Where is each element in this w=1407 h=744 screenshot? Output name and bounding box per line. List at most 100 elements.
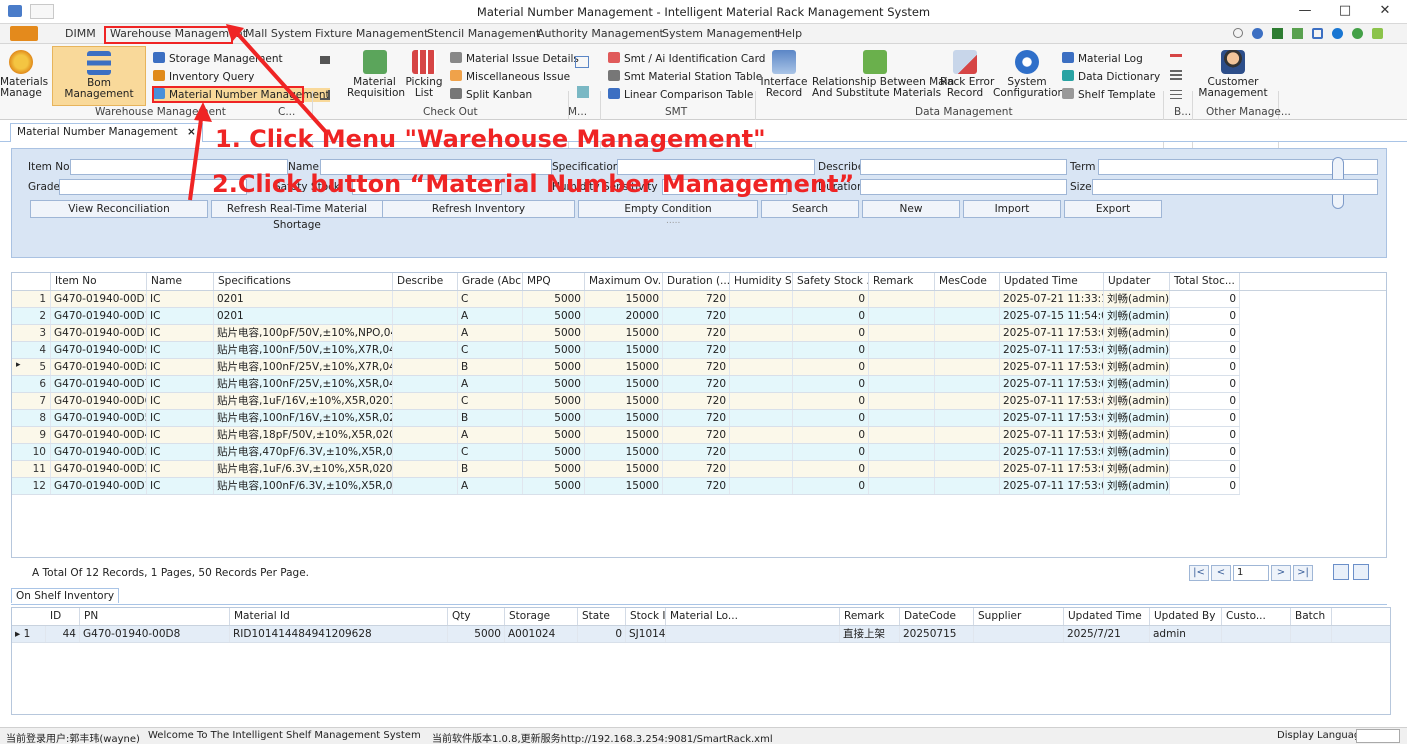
grid-icon[interactable]	[1292, 28, 1303, 39]
storage-management-button[interactable]: Storage Management	[153, 52, 283, 66]
col-header-safety-stock[interactable]: Safety Stock ...	[793, 273, 869, 290]
material-issue-details-button[interactable]: Material Issue Details	[450, 52, 579, 66]
col-header-item-no[interactable]: Item No	[51, 273, 147, 290]
save-layout-icon[interactable]	[1353, 564, 1369, 580]
linear-comparison-button[interactable]: Linear Comparison Table	[608, 88, 753, 102]
bom-management-button[interactable]: Bom Management	[52, 46, 146, 106]
table-row[interactable]: 12 G470-01940-00D1 IC 贴片电容,100nF/6.3V,±10%,…	[12, 478, 1240, 495]
export-button[interactable]: Export	[1064, 200, 1162, 218]
calc-icon[interactable]	[1272, 28, 1283, 39]
inv-col-header-updated-by[interactable]: Updated By	[1150, 608, 1222, 625]
maximize-button[interactable]: □	[1330, 3, 1360, 21]
table-row[interactable]: 1G470-01940-00D12IC0201 C500015000720 0 202…	[12, 291, 1240, 308]
leaf-icon[interactable]	[1352, 28, 1363, 39]
col-header-mescode[interactable]: MesCode	[935, 273, 1000, 290]
inv-col-header-customer[interactable]: Custo...	[1222, 608, 1291, 625]
inv-col-header-stock-in-number[interactable]: Stock In Number	[626, 608, 666, 625]
inv-col-header-material-id[interactable]: Material Id	[230, 608, 448, 625]
page-number-input[interactable]: 1	[1233, 565, 1269, 581]
table-row[interactable]: 7 G470-01940-00D6 IC 贴片电容,1uF/16V,±10%,X5R,…	[12, 393, 1240, 410]
col-header-updated-time[interactable]: Updated Time	[1000, 273, 1104, 290]
inv-col-header-state[interactable]: State	[578, 608, 626, 625]
col-header-name[interactable]: Name	[147, 273, 214, 290]
tab-material-number-management[interactable]: Material Number Management ×	[10, 123, 203, 142]
menu-stencil-management[interactable]: Stencil Management	[427, 27, 540, 40]
materials-manage-button[interactable]: Materials Manage	[0, 50, 48, 99]
table-row[interactable]: 9 G470-01940-00D4 IC 贴片电容,18pF/50V,±10%,X5R…	[12, 427, 1240, 444]
settings-icon[interactable]	[1372, 28, 1383, 39]
col-header-maximum-overflow[interactable]: Maximum Ov...	[585, 273, 663, 290]
shelf-template-button[interactable]: Shelf Template	[1062, 88, 1156, 102]
export-grid-icon[interactable]	[1333, 564, 1349, 580]
interface-record-button[interactable]: Interface Record	[760, 50, 808, 99]
last-page-button[interactable]: >|	[1293, 565, 1313, 581]
material-log-button[interactable]: Material Log	[1062, 52, 1143, 66]
station-icon[interactable]	[575, 56, 589, 68]
col-header-mpq[interactable]: MPQ	[523, 273, 585, 290]
info-icon[interactable]	[1332, 28, 1343, 39]
menu-mall-system[interactable]: Mall System	[245, 27, 312, 40]
small-tool-3-icon[interactable]	[1170, 90, 1182, 100]
inv-col-header-material-location[interactable]: Material Lo...	[666, 608, 840, 625]
tab-on-shelf-inventory[interactable]: On Shelf Inventory	[11, 588, 120, 603]
user-icon[interactable]	[1312, 28, 1323, 39]
describe-input[interactable]	[860, 159, 1067, 175]
prev-page-button[interactable]: <	[1211, 565, 1231, 581]
relationship-button[interactable]: Relationship Between Main And Substitute…	[812, 50, 954, 99]
barcode-icon[interactable]	[320, 56, 330, 64]
refresh-shortage-button[interactable]: Refresh Real-Time Material Shortage	[211, 200, 383, 231]
smt-ai-card-button[interactable]: Smt / Ai Identification Card	[608, 52, 765, 66]
rack-error-record-button[interactable]: Rack Error Record	[940, 50, 994, 99]
table-row[interactable]: 8 G470-01940-00D5 IC 贴片电容,100nF/16V,±10%,X5…	[12, 410, 1240, 427]
system-configuration-button[interactable]: System Configuration	[993, 50, 1064, 99]
small-tool-2-icon[interactable]	[1170, 70, 1182, 82]
close-button[interactable]: ✕	[1370, 3, 1400, 21]
inv-col-header-remark[interactable]: Remark	[840, 608, 900, 625]
inv-col-header-batch[interactable]: Batch	[1291, 608, 1332, 625]
duration-input[interactable]	[860, 179, 1067, 195]
table-row[interactable]: 11 G470-01940-00D2 IC 贴片电容,1uF/6.3V,±10%,X5…	[12, 461, 1240, 478]
feeder-icon[interactable]	[577, 86, 589, 98]
menu-dimm[interactable]: DIMM	[65, 27, 96, 40]
skin-icon[interactable]	[1252, 28, 1263, 39]
table-row[interactable]: 10 G470-01940-00D3 IC 贴片电容,470pF/6.3V,±10%,…	[12, 444, 1240, 461]
size-input[interactable]	[1092, 179, 1378, 195]
split-kanban-button[interactable]: Split Kanban	[450, 88, 532, 102]
material-requisition-button[interactable]: Material Requisition	[347, 50, 405, 99]
picking-list-button[interactable]: Picking List	[403, 50, 445, 99]
inv-col-header-datecode[interactable]: DateCode	[900, 608, 974, 625]
inv-col-header-storage[interactable]: Storage	[505, 608, 578, 625]
col-header-describe[interactable]: Describe	[393, 273, 458, 290]
table-row[interactable]: 3G470-01940-00D10IC贴片电容,100pF/50V,±10%,N…	[12, 325, 1240, 342]
import-button[interactable]: Import	[963, 200, 1061, 218]
col-header-duration[interactable]: Duration (...	[663, 273, 730, 290]
inv-col-header-updated-time[interactable]: Updated Time	[1064, 608, 1150, 625]
view-reconciliation-button[interactable]: View Reconciliation	[30, 200, 208, 218]
customer-management-button[interactable]: Customer Management	[1198, 50, 1268, 99]
menu-fixture-management[interactable]: Fixture Management	[315, 27, 428, 40]
table-row[interactable]: 5 G470-01940-00D8 IC 贴片电容,100nF/25V,±10%,X7…	[12, 359, 1240, 376]
menu-help[interactable]: Help	[777, 27, 802, 40]
col-header-remark[interactable]: Remark	[869, 273, 935, 290]
col-header-specifications[interactable]: Specifications	[214, 273, 393, 290]
small-tool-1-icon[interactable]	[1170, 54, 1182, 57]
minimize-button[interactable]: —	[1290, 3, 1320, 21]
menu-authority-management[interactable]: Authority Management	[537, 27, 664, 40]
data-dictionary-button[interactable]: Data Dictionary	[1062, 70, 1160, 84]
col-header-grade[interactable]: Grade (Abc)	[458, 273, 523, 290]
table-row[interactable]: 4 G470-01940-00D9 IC 贴片电容,100nF/50V,±10%,X7…	[12, 342, 1240, 359]
inv-col-header-supplier[interactable]: Supplier	[974, 608, 1064, 625]
smt-station-table-button[interactable]: Smt Material Station Table	[608, 70, 762, 84]
table-row[interactable]: 6 G470-01940-00D7 IC 贴片电容,100nF/25V,±10%,X5…	[12, 376, 1240, 393]
inv-col-header-qty[interactable]: Qty	[448, 608, 505, 625]
inv-col-header-id[interactable]: ID	[46, 608, 80, 625]
search-button[interactable]: Search	[761, 200, 859, 218]
col-header-updater[interactable]: Updater	[1104, 273, 1170, 290]
inventory-query-button[interactable]: Inventory Query	[153, 70, 254, 84]
new-button[interactable]: New	[862, 200, 960, 218]
miscellaneous-issue-button[interactable]: Miscellaneous Issue	[450, 70, 570, 84]
col-header-humidity[interactable]: Humidity S...	[730, 273, 793, 290]
refresh-inventory-button[interactable]: Refresh Inventory	[382, 200, 575, 218]
first-page-button[interactable]: |<	[1189, 565, 1209, 581]
table-row[interactable]: 2G470-01940-00D11IC0201 A500020000720 0 202…	[12, 308, 1240, 325]
